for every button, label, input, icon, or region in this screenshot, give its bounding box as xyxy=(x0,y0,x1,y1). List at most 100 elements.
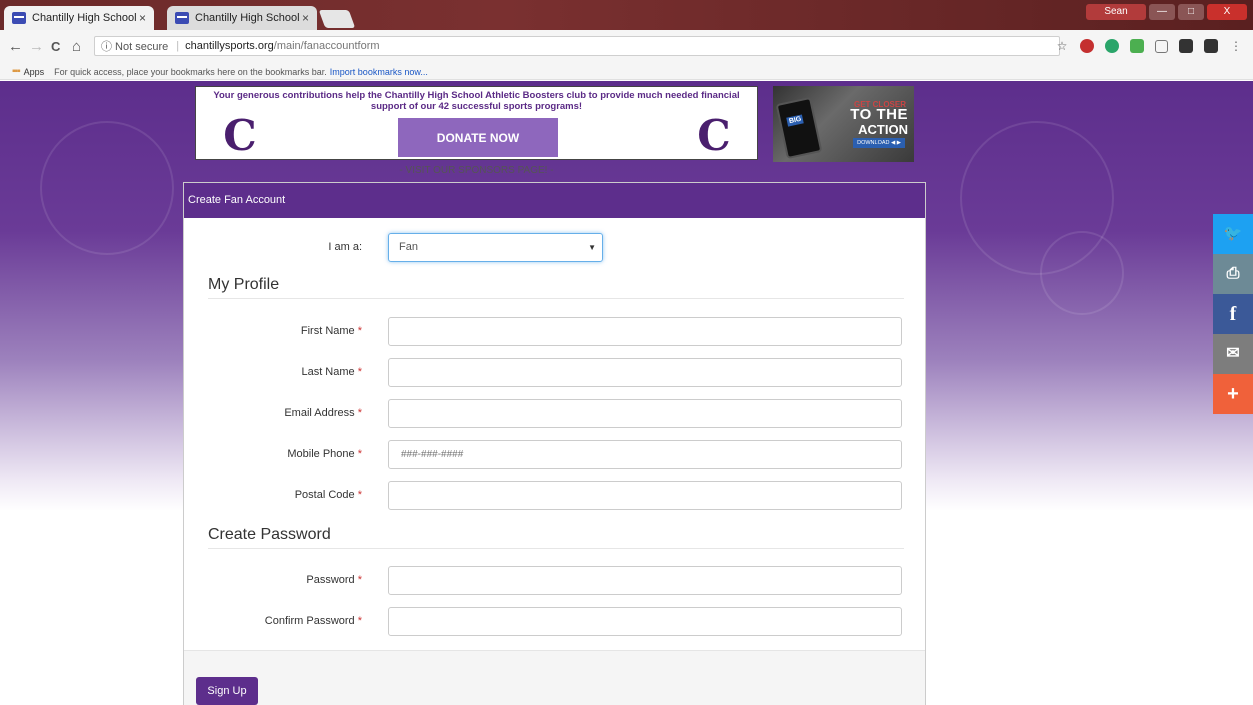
tab-close-icon[interactable]: × xyxy=(139,11,146,25)
last-name-input[interactable] xyxy=(388,358,902,387)
address-separator: | xyxy=(176,40,180,52)
school-favicon-icon xyxy=(175,12,189,24)
browser-titlebar: Chantilly High School × Chantilly High S… xyxy=(0,0,1253,30)
confirm-password-input[interactable] xyxy=(388,607,902,636)
mobile-phone-input[interactable] xyxy=(388,440,902,469)
required-mark: * xyxy=(357,448,362,460)
new-tab-button[interactable] xyxy=(318,10,356,28)
password-label: Password * xyxy=(306,574,362,586)
email-input[interactable] xyxy=(388,399,902,428)
mobile-phone-label: Mobile Phone * xyxy=(287,448,362,460)
required-mark: * xyxy=(357,407,362,419)
postal-code-label: Postal Code * xyxy=(294,489,362,501)
browser-tab-active[interactable]: Chantilly High School × xyxy=(4,6,154,30)
field-line-decoration xyxy=(40,121,174,255)
import-bookmarks-link[interactable]: Import bookmarks now... xyxy=(330,67,428,77)
email-label: Email Address * xyxy=(284,407,362,419)
page-extension-icon[interactable] xyxy=(1155,39,1168,53)
minimize-button[interactable]: — xyxy=(1149,4,1175,20)
ad-line-2: TO THE xyxy=(850,106,908,123)
extensions-area: ☆ ⋮ xyxy=(1055,39,1243,53)
last-name-row: Last Name * xyxy=(184,358,927,387)
profile-button[interactable]: Sean xyxy=(1086,4,1146,20)
grammar-extension-icon[interactable] xyxy=(1105,39,1119,53)
reload-button[interactable]: C xyxy=(51,39,60,54)
required-mark: * xyxy=(357,325,362,337)
section-divider xyxy=(208,548,904,549)
confirm-password-row: Confirm Password * xyxy=(184,607,927,636)
more-share-icon[interactable]: + xyxy=(1213,374,1253,414)
school-c-logo: C xyxy=(223,111,257,160)
tab-title: Chantilly High School xyxy=(32,12,137,24)
close-window-button[interactable]: X xyxy=(1207,4,1247,20)
bookmark-star-icon[interactable]: ☆ xyxy=(1055,39,1069,53)
dark-extension-icon[interactable] xyxy=(1179,39,1193,53)
window-controls: Sean — □ X xyxy=(1086,4,1247,20)
tab-title: Chantilly High School xyxy=(195,12,300,24)
twitter-icon[interactable]: 🐦 xyxy=(1213,214,1253,254)
donate-banner: Your generous contributions help the Cha… xyxy=(195,86,758,160)
tab-close-icon[interactable]: × xyxy=(302,11,309,25)
role-row: I am a: Fan ▼ xyxy=(184,233,927,262)
school-c-logo-right: C xyxy=(697,111,731,160)
browser-toolbar: ← → C ⌂ ⓘ Not secure | chantillysports.o… xyxy=(0,30,1253,65)
section-divider xyxy=(208,298,904,299)
adblock-extension-icon[interactable] xyxy=(1080,39,1094,53)
school-favicon-icon xyxy=(12,12,26,24)
address-path: /main/fanaccountform xyxy=(273,40,380,52)
banner-text: Your generous contributions help the Cha… xyxy=(213,90,740,112)
form-footer: Sign Up xyxy=(184,650,925,705)
mobile-phone-row: Mobile Phone * xyxy=(184,440,927,469)
forward-button[interactable]: → xyxy=(29,38,44,55)
my-profile-heading: My Profile xyxy=(208,276,280,293)
role-label: I am a: xyxy=(328,241,362,253)
role-select-value: Fan xyxy=(399,241,418,253)
print-icon[interactable]: ⎙ xyxy=(1213,254,1253,294)
apps-grid-icon[interactable]: ▪▪▪ xyxy=(12,66,21,77)
postal-code-input[interactable] xyxy=(388,481,902,510)
bookmarks-hint: For quick access, place your bookmarks h… xyxy=(54,66,327,77)
dark-extension-icon-2[interactable] xyxy=(1204,39,1218,53)
address-domain: chantillysports.org xyxy=(185,40,274,52)
field-line-decoration xyxy=(1040,231,1124,315)
phone-icon xyxy=(775,96,823,160)
sign-up-button[interactable]: Sign Up xyxy=(196,677,258,705)
password-row: Password * xyxy=(184,566,927,595)
bookmarks-bar: ▪▪▪ Apps For quick access, place your bo… xyxy=(0,64,1253,80)
sponsors-page-link[interactable]: - VISIT OUR SPONSORS PAGE! - xyxy=(195,165,758,176)
form-header: Create Fan Account xyxy=(184,183,925,218)
create-password-heading: Create Password xyxy=(208,526,331,543)
ad-line-3: ACTION xyxy=(858,122,908,137)
email-row: Email Address * xyxy=(184,399,927,428)
first-name-input[interactable] xyxy=(388,317,902,346)
apps-link[interactable]: Apps xyxy=(24,67,45,77)
green-extension-icon[interactable] xyxy=(1130,39,1144,53)
required-mark: * xyxy=(357,489,362,501)
social-share-bar: 🐦 ⎙ f ✉ + xyxy=(1213,214,1253,414)
donate-now-button[interactable]: DONATE NOW xyxy=(398,118,558,157)
security-indicator[interactable]: ⓘ Not secure xyxy=(101,38,168,54)
email-share-icon[interactable]: ✉ xyxy=(1213,334,1253,374)
facebook-icon[interactable]: f xyxy=(1213,294,1253,334)
first-name-row: First Name * xyxy=(184,317,927,346)
maximize-button[interactable]: □ xyxy=(1178,4,1204,20)
chrome-menu-icon[interactable]: ⋮ xyxy=(1229,39,1243,53)
browser-tab-inactive[interactable]: Chantilly High School × xyxy=(167,6,317,30)
required-mark: * xyxy=(357,366,362,378)
password-input[interactable] xyxy=(388,566,902,595)
home-button[interactable]: ⌂ xyxy=(72,38,81,55)
ad-download-badge: DOWNLOAD ◀ ▶ xyxy=(853,138,905,148)
confirm-password-label: Confirm Password * xyxy=(264,615,362,627)
postal-code-row: Postal Code * xyxy=(184,481,927,510)
address-bar[interactable]: ⓘ Not secure | chantillysports.org /main… xyxy=(94,36,1060,56)
chevron-down-icon: ▼ xyxy=(588,243,596,252)
fan-account-form: Create Fan Account I am a: Fan ▼ My Prof… xyxy=(183,182,926,705)
first-name-label: First Name * xyxy=(300,325,362,337)
back-button[interactable]: ← xyxy=(8,38,23,55)
required-mark: * xyxy=(357,615,362,627)
page-content: Your generous contributions help the Cha… xyxy=(0,81,1253,705)
required-mark: * xyxy=(357,574,362,586)
app-download-ad[interactable]: BIG GET CLOSER TO THE ACTION DOWNLOAD ◀ … xyxy=(773,86,914,162)
last-name-label: Last Name * xyxy=(301,366,362,378)
role-select[interactable]: Fan ▼ xyxy=(388,233,603,262)
